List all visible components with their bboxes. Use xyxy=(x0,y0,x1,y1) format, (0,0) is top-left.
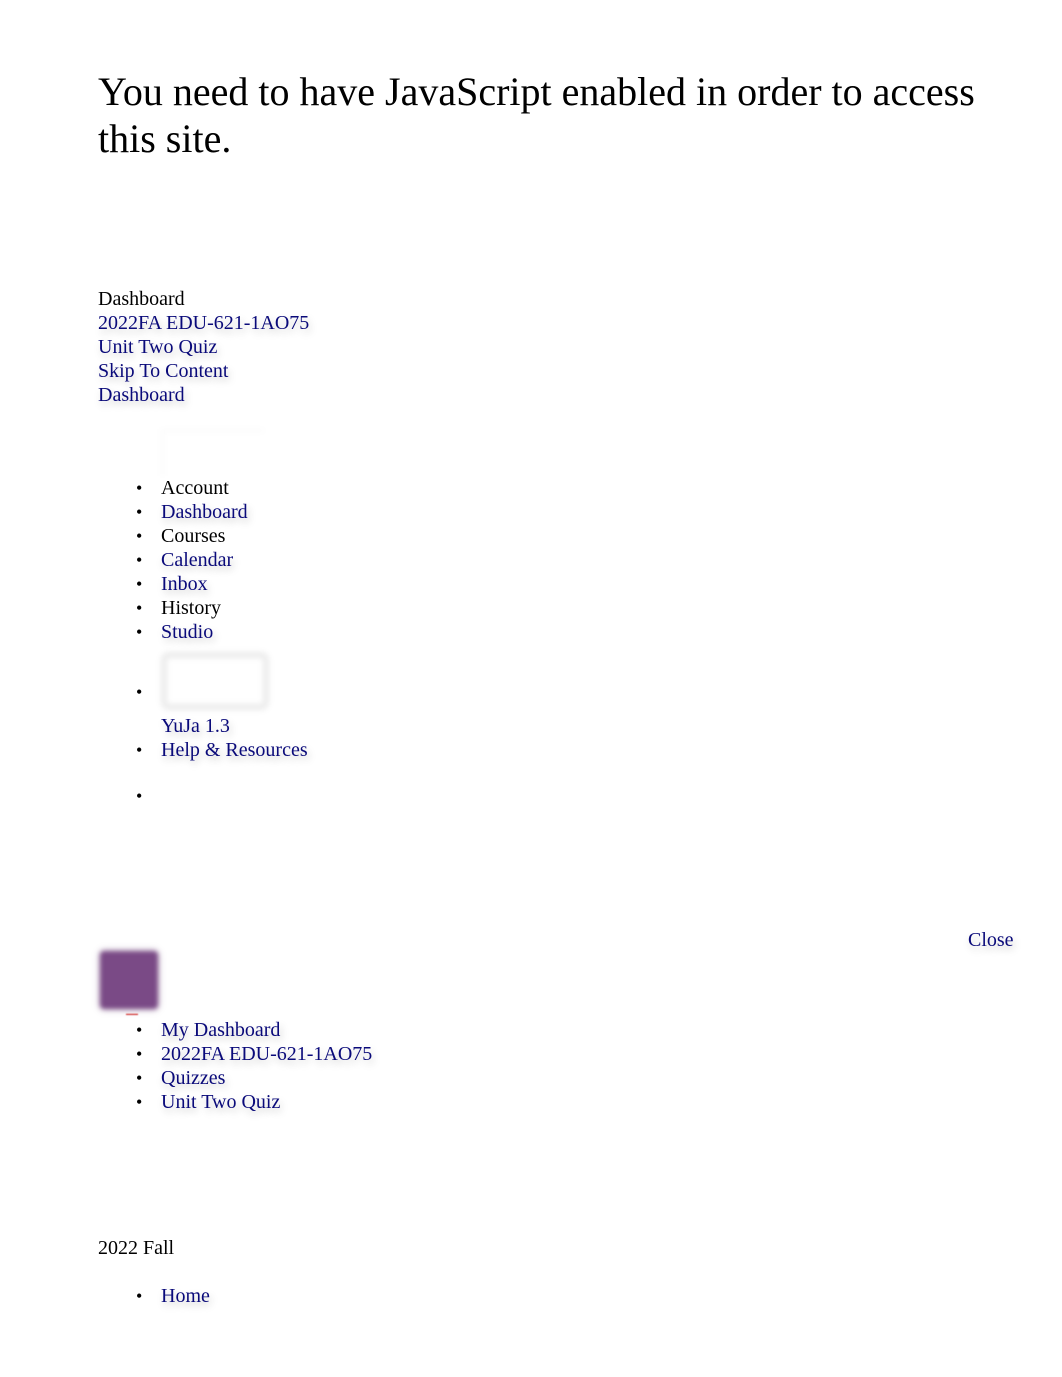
skip-to-content-link[interactable]: Skip To Content xyxy=(98,360,228,382)
global-nav-link[interactable]: Calendar xyxy=(161,549,233,571)
bullet: • xyxy=(136,478,143,498)
bullet: • xyxy=(136,550,143,570)
breadcrumb-link[interactable]: Quizzes xyxy=(161,1067,225,1089)
quiz-link[interactable]: Unit Two Quiz xyxy=(98,336,217,358)
breadcrumb-item[interactable]: • 2022FA EDU-621-1AO75 xyxy=(98,1042,372,1066)
bullet: • xyxy=(136,682,143,702)
global-nav-item-yuja[interactable]: • YuJa 1.3 xyxy=(98,652,308,738)
bullet: • xyxy=(136,1068,143,1088)
breadcrumb-item[interactable]: • Quizzes xyxy=(98,1066,372,1090)
global-nav-item-studio[interactable]: • Studio xyxy=(98,620,308,644)
yuja-icon xyxy=(161,652,269,710)
bullet: • xyxy=(136,502,143,522)
global-nav-label: History xyxy=(161,597,221,619)
breadcrumb-item[interactable]: • My Dashboard xyxy=(98,1018,372,1042)
course-nav: • Home xyxy=(98,1284,210,1308)
global-nav-link[interactable]: YuJa 1.3 xyxy=(161,715,230,737)
global-nav-item-account[interactable]: • Account xyxy=(98,429,308,500)
global-nav-item-help[interactable]: • Help & Resources xyxy=(98,738,308,762)
logo-caption: ▬▬▬ xyxy=(126,1011,138,1016)
dashboard-link[interactable]: Dashboard xyxy=(98,384,185,406)
bullet: • xyxy=(136,1044,143,1064)
course-nav-item-home[interactable]: • Home xyxy=(98,1284,210,1308)
global-nav-link[interactable]: Help & Resources xyxy=(161,739,308,761)
bullet: • xyxy=(136,1092,143,1112)
breadcrumb-link[interactable]: 2022FA EDU-621-1AO75 xyxy=(161,1043,372,1065)
term-label: 2022 Fall xyxy=(98,1237,175,1259)
breadcrumb-link[interactable]: Unit Two Quiz xyxy=(161,1091,280,1113)
bullet: • xyxy=(136,598,143,618)
breadcrumb-item[interactable]: • Unit Two Quiz xyxy=(98,1090,372,1114)
bullet: • xyxy=(136,574,143,594)
bullet: • xyxy=(136,786,143,806)
course-link[interactable]: 2022FA EDU-621-1AO75 xyxy=(98,312,309,334)
global-nav: • Account • Dashboard • Courses • Calend… xyxy=(98,425,308,808)
course-nav-link[interactable]: Home xyxy=(161,1285,210,1307)
breadcrumb: • My Dashboard • 2022FA EDU-621-1AO75 • … xyxy=(98,1018,372,1114)
global-nav-label xyxy=(161,785,166,807)
dashboard-text: Dashboard xyxy=(98,288,185,310)
global-nav-item-dashboard[interactable]: • Dashboard xyxy=(98,500,308,524)
global-nav-link[interactable]: Dashboard xyxy=(161,501,248,523)
bullet: • xyxy=(136,622,143,642)
noscript-message: You need to have JavaScript enabled in o… xyxy=(98,69,975,161)
institution-logo[interactable] xyxy=(100,951,158,1009)
global-nav-item-history[interactable]: • History xyxy=(98,596,308,620)
global-nav-item-empty: • xyxy=(98,784,308,808)
global-nav-label: Courses xyxy=(161,525,226,547)
global-nav-label: Account xyxy=(161,477,229,499)
global-nav-link[interactable]: Studio xyxy=(161,621,213,643)
global-nav-item-inbox[interactable]: • Inbox xyxy=(98,572,308,596)
bullet: • xyxy=(136,740,143,760)
close-button[interactable]: Close xyxy=(968,928,1014,952)
account-avatar-icon xyxy=(161,429,264,476)
global-nav-item-courses[interactable]: • Courses xyxy=(98,524,308,548)
top-links: Dashboard 2022FA EDU-621-1AO75 Unit Two … xyxy=(98,287,309,407)
bullet: • xyxy=(136,526,143,546)
breadcrumb-link[interactable]: My Dashboard xyxy=(161,1019,280,1041)
bullet: • xyxy=(136,1020,143,1040)
global-nav-item-calendar[interactable]: • Calendar xyxy=(98,548,308,572)
bullet: • xyxy=(136,1286,143,1306)
global-nav-link[interactable]: Inbox xyxy=(161,573,208,595)
